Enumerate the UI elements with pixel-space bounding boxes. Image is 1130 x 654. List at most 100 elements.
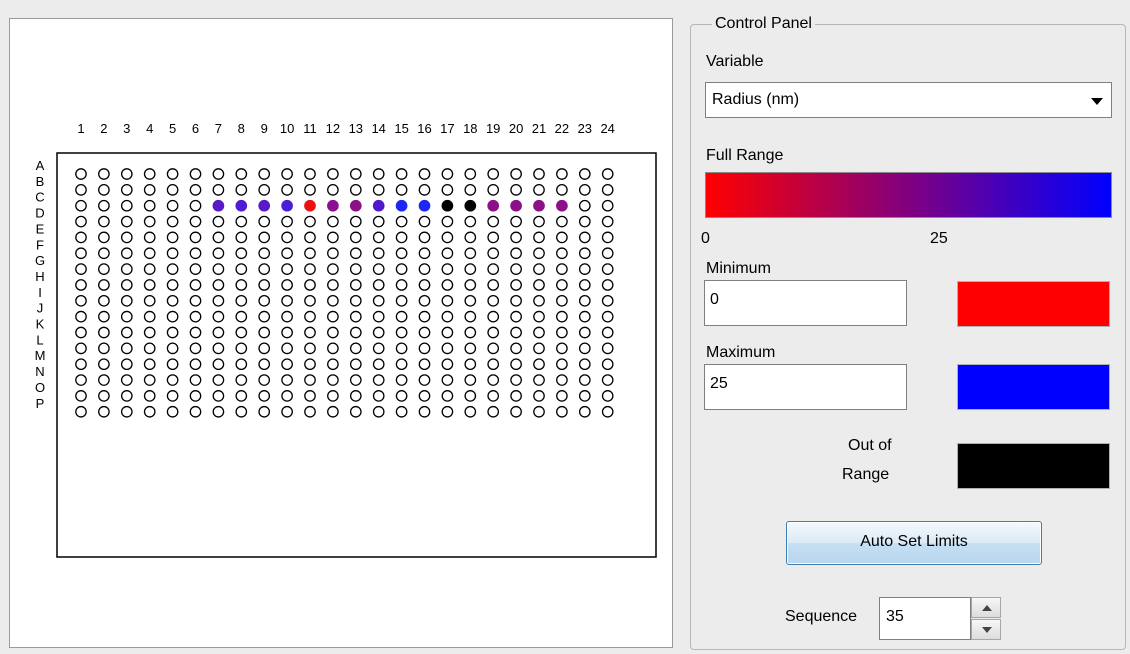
well-F1[interactable] xyxy=(75,247,87,260)
well-O2[interactable] xyxy=(98,390,110,402)
well-B14[interactable] xyxy=(372,184,385,196)
well-F5[interactable] xyxy=(166,247,179,260)
well-P1[interactable] xyxy=(75,405,87,418)
well-C16[interactable] xyxy=(418,199,431,212)
well-L1[interactable] xyxy=(75,342,87,355)
well-M4[interactable] xyxy=(143,358,156,371)
well-C1[interactable] xyxy=(75,199,87,212)
well-E10[interactable] xyxy=(281,231,293,244)
well-J1[interactable] xyxy=(75,310,87,323)
well-G22[interactable] xyxy=(556,263,568,275)
well-C10[interactable] xyxy=(281,199,293,212)
well-I12[interactable] xyxy=(327,294,339,307)
variable-dropdown[interactable]: Radius (nm) xyxy=(705,82,1112,118)
well-O5[interactable] xyxy=(166,390,179,402)
well-L20[interactable] xyxy=(510,342,522,355)
well-D9[interactable] xyxy=(258,215,271,228)
well-G3[interactable] xyxy=(120,263,133,275)
well-O13[interactable] xyxy=(349,390,362,402)
well-B9[interactable] xyxy=(258,184,271,196)
well-C21[interactable] xyxy=(533,199,545,212)
well-N14[interactable] xyxy=(372,374,385,386)
well-A10[interactable] xyxy=(281,168,293,180)
well-B19[interactable] xyxy=(487,184,500,196)
well-B16[interactable] xyxy=(418,184,431,196)
well-L14[interactable] xyxy=(372,342,385,355)
well-J10[interactable] xyxy=(281,310,293,323)
well-E5[interactable] xyxy=(166,231,179,244)
well-M3[interactable] xyxy=(120,358,133,371)
well-J20[interactable] xyxy=(510,310,522,323)
well-D1[interactable] xyxy=(75,215,87,228)
minimum-color-swatch[interactable] xyxy=(957,281,1110,327)
well-G5[interactable] xyxy=(166,263,179,275)
well-H21[interactable] xyxy=(533,279,545,291)
well-K18[interactable] xyxy=(464,326,477,339)
well-E13[interactable] xyxy=(349,231,362,244)
well-F16[interactable] xyxy=(418,247,431,260)
well-P20[interactable] xyxy=(510,405,522,418)
well-E2[interactable] xyxy=(98,231,110,244)
well-I9[interactable] xyxy=(258,294,271,307)
well-L13[interactable] xyxy=(349,342,362,355)
well-M21[interactable] xyxy=(533,358,545,371)
well-K14[interactable] xyxy=(372,326,385,339)
well-N10[interactable] xyxy=(281,374,293,386)
well-B6[interactable] xyxy=(189,184,202,196)
well-J17[interactable] xyxy=(441,310,454,323)
well-M9[interactable] xyxy=(258,358,271,371)
well-D20[interactable] xyxy=(510,215,522,228)
well-L12[interactable] xyxy=(327,342,339,355)
well-H18[interactable] xyxy=(464,279,477,291)
well-G19[interactable] xyxy=(487,263,500,275)
well-C14[interactable] xyxy=(372,199,385,212)
well-G13[interactable] xyxy=(349,263,362,275)
well-M1[interactable] xyxy=(75,358,87,371)
well-M24[interactable] xyxy=(601,358,614,371)
well-E3[interactable] xyxy=(120,231,133,244)
well-K19[interactable] xyxy=(487,326,500,339)
well-G7[interactable] xyxy=(212,263,225,275)
well-K5[interactable] xyxy=(166,326,179,339)
well-I5[interactable] xyxy=(166,294,179,307)
well-C23[interactable] xyxy=(578,199,591,212)
well-L6[interactable] xyxy=(189,342,202,355)
maximum-input[interactable]: 25 xyxy=(704,364,907,410)
well-J6[interactable] xyxy=(189,310,202,323)
well-N20[interactable] xyxy=(510,374,522,386)
well-K21[interactable] xyxy=(533,326,545,339)
well-L2[interactable] xyxy=(98,342,110,355)
well-K24[interactable] xyxy=(601,326,614,339)
well-H13[interactable] xyxy=(349,279,362,291)
well-P10[interactable] xyxy=(281,405,293,418)
well-F7[interactable] xyxy=(212,247,225,260)
well-I16[interactable] xyxy=(418,294,431,307)
well-P23[interactable] xyxy=(578,405,591,418)
well-K11[interactable] xyxy=(304,326,316,339)
well-A11[interactable] xyxy=(304,168,316,180)
well-O19[interactable] xyxy=(487,390,500,402)
well-I17[interactable] xyxy=(441,294,454,307)
well-H23[interactable] xyxy=(578,279,591,291)
well-H4[interactable] xyxy=(143,279,156,291)
well-M8[interactable] xyxy=(235,358,248,371)
well-O17[interactable] xyxy=(441,390,454,402)
well-E20[interactable] xyxy=(510,231,522,244)
well-A4[interactable] xyxy=(143,168,156,180)
well-F6[interactable] xyxy=(189,247,202,260)
well-K20[interactable] xyxy=(510,326,522,339)
well-D21[interactable] xyxy=(533,215,545,228)
well-J15[interactable] xyxy=(395,310,408,323)
well-G17[interactable] xyxy=(441,263,454,275)
well-D2[interactable] xyxy=(98,215,110,228)
well-F9[interactable] xyxy=(258,247,271,260)
well-A17[interactable] xyxy=(441,168,454,180)
well-O6[interactable] xyxy=(189,390,202,402)
well-C24[interactable] xyxy=(601,199,614,212)
well-N6[interactable] xyxy=(189,374,202,386)
well-K1[interactable] xyxy=(75,326,87,339)
well-J13[interactable] xyxy=(349,310,362,323)
well-H8[interactable] xyxy=(235,279,248,291)
well-M5[interactable] xyxy=(166,358,179,371)
well-F14[interactable] xyxy=(372,247,385,260)
